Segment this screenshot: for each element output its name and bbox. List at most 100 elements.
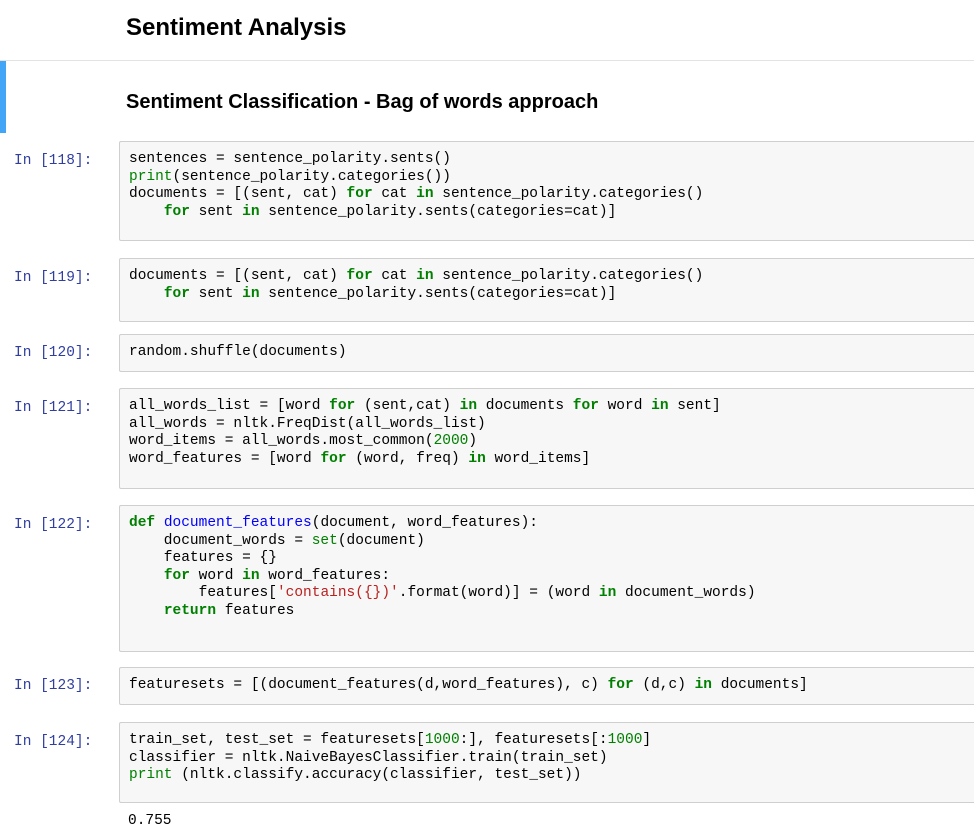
code-token: (sentence_polarity.categories()) [172, 168, 451, 185]
code-token: print [129, 168, 173, 185]
code-token: for [320, 450, 347, 467]
code-token: document_words) [616, 585, 756, 601]
input-prompt: In [121]: [14, 400, 93, 416]
code-text: sentences = sentence_polarity.sents() pr… [120, 142, 974, 221]
code-token: sentences = sentence_polarity.sents() [129, 151, 451, 167]
input-prompt: In [122]: [14, 517, 93, 533]
code-token: all_words_list = [word [129, 398, 330, 414]
code-token: in [459, 398, 478, 414]
code-token: for [572, 398, 599, 414]
code-token: in [416, 186, 434, 202]
code-text: featuresets = [(document_features(d,word… [120, 668, 974, 695]
code-token: sent] [668, 398, 721, 414]
code-token: for [346, 186, 373, 202]
code-token: word_features = [word [129, 450, 321, 467]
code-token: 'contains({})' [276, 585, 399, 601]
code-token: print [129, 767, 173, 783]
code-editor[interactable]: documents = [(sent, cat) for cat in sent… [119, 258, 974, 322]
code-token: documents] [712, 677, 808, 693]
code-token: random.shuffle(documents) [129, 344, 347, 360]
code-text: all_words_list = [word for (sent,cat) in… [120, 389, 974, 468]
code-token: return [163, 602, 217, 619]
code-token: featuresets = [(document_features(d,word… [129, 677, 608, 693]
code-token: all_words = nltk.FreqDist(all_words_list… [129, 415, 486, 432]
code-token: (document, word_features): [311, 515, 538, 531]
code-token: sent [189, 203, 243, 220]
code-editor[interactable]: random.shuffle(documents) [119, 334, 974, 372]
code-token: word [598, 398, 652, 414]
code-text: random.shuffle(documents) [120, 335, 974, 362]
code-token: word [189, 567, 243, 584]
code-editor[interactable]: all_words_list = [word for (sent,cat) in… [119, 388, 974, 489]
code-token: 1000 [607, 732, 643, 748]
code-token: for [163, 567, 190, 584]
code-token: def [129, 515, 156, 531]
code-token: in [694, 677, 713, 693]
code-text: documents = [(sent, cat) for cat in sent… [120, 259, 974, 303]
code-token: set [311, 532, 338, 549]
code-token: sent [189, 285, 243, 302]
code-token: cat [372, 268, 417, 284]
code-token: :], featuresets[: [459, 732, 608, 748]
markdown-cell-title[interactable]: Sentiment Analysis [0, 0, 974, 58]
code-token: documents = [(sent, cat) [129, 186, 347, 202]
code-token: documents = [(sent, cat) [129, 268, 347, 284]
code-token: documents [477, 398, 573, 414]
code-token: document_features [163, 515, 312, 531]
code-token: in [242, 285, 260, 302]
code-token: (nltk.classify.accuracy(classifier, test… [172, 767, 582, 783]
page-title: Sentiment Analysis [126, 14, 347, 41]
input-prompt: In [120]: [14, 345, 93, 361]
code-token: for [607, 677, 634, 693]
code-token: in [598, 585, 617, 601]
markdown-cell-subtitle[interactable]: Sentiment Classification - Bag of words … [0, 60, 974, 133]
code-token: (document) [337, 532, 425, 549]
code-token: ) [468, 433, 478, 449]
code-token: sentence_polarity.sents(categories=cat)] [259, 285, 617, 302]
code-token: ] [642, 732, 652, 748]
code-token: 1000 [424, 732, 460, 748]
section-heading: Sentiment Classification - Bag of words … [126, 91, 599, 113]
code-token: word_features: [259, 567, 391, 584]
code-token: .format(word)] = (word [398, 585, 599, 601]
code-token: for [329, 398, 356, 414]
code-text: train_set, test_set = featuresets[1000:]… [120, 723, 974, 785]
code-token: sentence_polarity.categories() [433, 268, 704, 284]
input-prompt: In [119]: [14, 270, 93, 286]
code-token: cat [372, 186, 417, 202]
code-token: sentence_polarity.categories() [433, 186, 704, 202]
code-text: def document_features(document, word_fea… [120, 506, 974, 620]
code-token: features = {} [129, 550, 277, 566]
code-token: 2000 [433, 433, 469, 449]
selected-cell-indicator [0, 61, 6, 133]
code-token: (d,c) [633, 677, 695, 693]
code-token: word_items = all_words.most_common( [129, 433, 434, 449]
code-token: in [651, 398, 669, 414]
code-token: (sent,cat) [355, 398, 460, 414]
code-token: sentence_polarity.sents(categories=cat)] [259, 203, 617, 220]
code-editor[interactable]: sentences = sentence_polarity.sents() pr… [119, 141, 974, 241]
code-token: in [468, 450, 486, 467]
code-token: for [346, 268, 373, 284]
code-editor[interactable]: featuresets = [(document_features(d,word… [119, 667, 974, 705]
code-token: word_items] [485, 450, 591, 467]
cell-output: 0.755 [128, 813, 172, 829]
code-editor[interactable]: def document_features(document, word_fea… [119, 505, 974, 652]
input-prompt: In [118]: [14, 153, 93, 169]
code-token: (word, freq) [346, 450, 469, 467]
code-token: for [163, 285, 190, 302]
code-token: document_words = [129, 532, 312, 549]
input-prompt: In [124]: [14, 734, 93, 750]
input-prompt: In [123]: [14, 678, 93, 694]
code-token: train_set, test_set = featuresets[ [129, 732, 425, 748]
code-token: features[ [129, 585, 277, 601]
code-token: features [216, 602, 295, 619]
code-token: classifier = nltk.NaiveBayesClassifier.t… [129, 749, 608, 766]
code-editor[interactable]: train_set, test_set = featuresets[1000:]… [119, 722, 974, 803]
code-token: for [163, 203, 190, 220]
